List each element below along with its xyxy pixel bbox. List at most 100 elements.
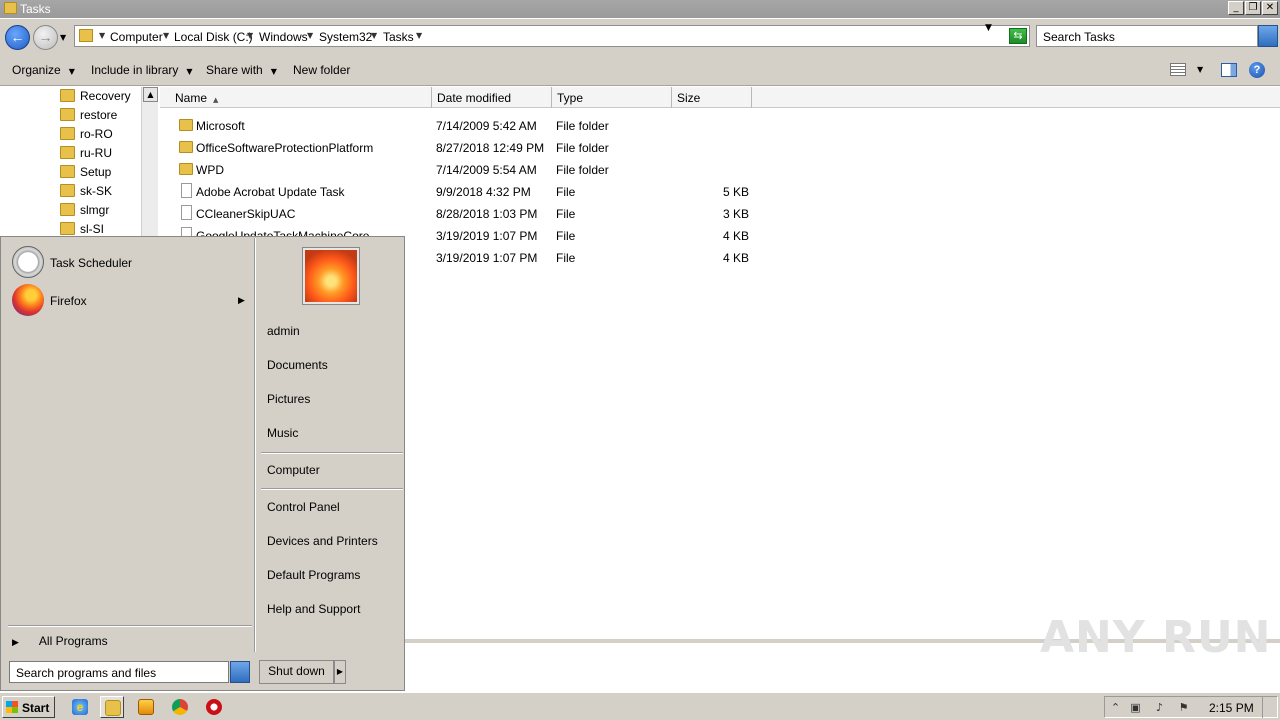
link-control-panel[interactable]: Control Panel xyxy=(267,500,340,514)
show-desktop-button[interactable] xyxy=(1262,696,1276,718)
taskbar-chrome[interactable] xyxy=(168,696,192,718)
address-bar[interactable]: ▼ Computer ▼ Local Disk (C:) ▼ Windows ▼… xyxy=(74,25,1030,47)
forward-button[interactable]: → xyxy=(33,25,58,50)
refresh-button[interactable]: ⇆ xyxy=(1009,28,1027,44)
all-programs-button[interactable]: ▶ All Programs xyxy=(12,634,108,648)
column-header-name[interactable]: Name ▲ xyxy=(170,87,432,108)
search-icon[interactable] xyxy=(230,661,250,683)
nav-item-restore[interactable]: restore xyxy=(60,106,140,125)
volume-icon[interactable]: ♪ xyxy=(1153,701,1166,714)
breadcrumb-computer[interactable]: Computer xyxy=(110,30,163,44)
column-header-size[interactable]: Size xyxy=(672,87,752,108)
file-date: 7/14/2009 5:42 AM xyxy=(436,119,537,133)
taskbar-opera[interactable] xyxy=(202,696,226,718)
nav-item-slmgr[interactable]: slmgr xyxy=(60,201,140,220)
file-type: File folder xyxy=(556,119,609,133)
minimize-button[interactable]: _ xyxy=(1228,1,1244,15)
taskbar-internet-explorer[interactable]: e xyxy=(68,696,92,718)
chevron-down-icon[interactable]: ▼ xyxy=(371,31,377,40)
share-with-button[interactable]: Share with ▼ xyxy=(206,63,277,77)
chevron-right-icon[interactable]: ▶ xyxy=(238,296,245,306)
file-type: File folder xyxy=(556,141,609,155)
change-view-icon[interactable] xyxy=(1170,63,1186,76)
internet-explorer-icon: e xyxy=(72,699,88,715)
link-computer[interactable]: Computer xyxy=(267,463,320,477)
nav-item-label: restore xyxy=(80,108,118,122)
nav-item-ru-ru[interactable]: ru-RU xyxy=(60,144,140,163)
breadcrumb-tasks[interactable]: Tasks xyxy=(383,30,414,44)
link-pictures[interactable]: Pictures xyxy=(267,392,310,406)
file-size: 3 KB xyxy=(723,207,750,221)
link-devices-and-printers[interactable]: Devices and Printers xyxy=(267,534,378,548)
back-button[interactable]: ← xyxy=(5,25,30,50)
column-header-date[interactable]: Date modified xyxy=(432,87,552,108)
media-player-icon xyxy=(138,699,154,715)
shutdown-button[interactable]: Shut down xyxy=(259,660,334,684)
recent-pages-dropdown[interactable]: ▼ xyxy=(60,33,66,42)
organize-button[interactable]: Organize ▼ xyxy=(12,63,75,77)
user-avatar[interactable] xyxy=(303,248,359,304)
program-task-scheduler[interactable]: Task Scheduler xyxy=(12,246,252,282)
title-bar: Tasks _ ❐ ✕ xyxy=(0,0,1280,18)
search-icon[interactable] xyxy=(1258,25,1278,47)
nav-item-sk-sk[interactable]: sk-SK xyxy=(60,182,140,201)
breadcrumb-system32[interactable]: System32 xyxy=(319,30,372,44)
clock[interactable]: 2:15 PM xyxy=(1209,701,1254,715)
file-row[interactable]: CCleanerSkipUAC 8/28/2018 1:03 PM File 3… xyxy=(175,203,775,225)
restore-button[interactable]: ❐ xyxy=(1245,1,1261,15)
folder-icon xyxy=(4,2,17,14)
nav-item-ro-ro[interactable]: ro-RO xyxy=(60,125,140,144)
link-help-and-support[interactable]: Help and Support xyxy=(267,602,360,616)
file-size: 4 KB xyxy=(723,229,750,243)
new-folder-button[interactable]: New folder xyxy=(293,63,350,77)
link-default-programs[interactable]: Default Programs xyxy=(267,568,360,582)
file-name: Microsoft xyxy=(196,119,245,133)
include-in-library-button[interactable]: Include in library ▼ xyxy=(91,63,193,77)
file-row[interactable]: Microsoft 7/14/2009 5:42 AM File folder xyxy=(175,115,775,137)
column-header-type[interactable]: Type xyxy=(552,87,672,108)
file-row[interactable]: Adobe Acrobat Update Task 9/9/2018 4:32 … xyxy=(175,181,775,203)
chevron-right-icon[interactable]: ▶ xyxy=(334,660,346,684)
scroll-up-icon[interactable]: ▲ xyxy=(143,87,158,102)
chevron-right-icon: ▶ xyxy=(12,638,19,648)
folder-icon xyxy=(60,89,75,102)
chevron-down-icon[interactable]: ▼ xyxy=(247,31,253,40)
help-icon[interactable]: ? xyxy=(1249,62,1265,78)
divider xyxy=(261,488,403,490)
chevron-down-icon[interactable]: ▼ xyxy=(1197,65,1203,74)
network-icon[interactable]: ▣ xyxy=(1129,701,1142,714)
file-icon xyxy=(181,183,192,198)
nav-scrollbar[interactable]: ▲ xyxy=(141,87,158,237)
file-type: File xyxy=(556,185,576,199)
chevron-down-icon[interactable]: ▼ xyxy=(416,31,422,40)
file-name: Adobe Acrobat Update Task xyxy=(196,185,345,199)
search-input[interactable]: Search Tasks xyxy=(1036,25,1258,47)
breadcrumb-windows[interactable]: Windows xyxy=(259,30,308,44)
divider xyxy=(261,452,403,454)
start-button[interactable]: Start xyxy=(2,696,55,718)
nav-item-setup[interactable]: Setup xyxy=(60,163,140,182)
address-row: ← → ▼ ▼ Computer ▼ Local Disk (C:) ▼ Win… xyxy=(0,19,1280,55)
link-admin[interactable]: admin xyxy=(267,324,300,338)
show-hidden-icons-icon[interactable]: ⌃ xyxy=(1109,701,1122,714)
file-date: 3/19/2019 1:07 PM xyxy=(436,251,538,265)
link-music[interactable]: Music xyxy=(267,426,298,440)
close-button[interactable]: ✕ xyxy=(1262,1,1278,15)
address-history-dropdown[interactable]: ▼ xyxy=(985,23,992,33)
chevron-down-icon[interactable]: ▼ xyxy=(163,31,169,40)
action-center-flag-icon[interactable]: ⚑ xyxy=(1177,701,1190,714)
chrome-icon xyxy=(172,699,188,715)
program-firefox[interactable]: Firefox xyxy=(12,284,252,320)
file-size: 5 KB xyxy=(723,185,750,199)
taskbar-media-player[interactable] xyxy=(134,696,158,718)
chevron-down-icon[interactable]: ▼ xyxy=(307,31,313,40)
file-row[interactable]: WPD 7/14/2009 5:54 AM File folder xyxy=(175,159,775,181)
chevron-down-icon[interactable]: ▼ xyxy=(99,31,105,40)
link-documents[interactable]: Documents xyxy=(267,358,328,372)
taskbar-explorer[interactable] xyxy=(100,696,124,718)
preview-pane-icon[interactable] xyxy=(1221,63,1237,77)
file-row[interactable]: OfficeSoftwareProtectionPlatform 8/27/20… xyxy=(175,137,775,159)
start-search-input[interactable]: Search programs and files xyxy=(9,661,229,683)
breadcrumb-local-disk[interactable]: Local Disk (C:) xyxy=(174,30,253,44)
nav-item-recovery[interactable]: Recovery xyxy=(60,87,140,106)
